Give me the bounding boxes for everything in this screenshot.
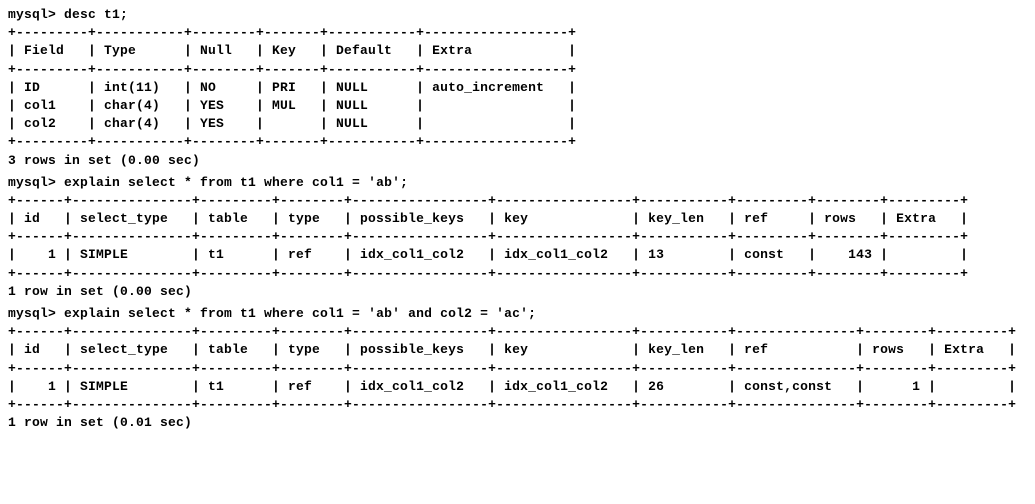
- explain2-footer: 1 row in set (0.01 sec): [8, 414, 1027, 432]
- cmd-explain-1: explain select * from t1 where col1 = 'a…: [8, 174, 1027, 192]
- desc-table-output: +---------+-----------+--------+-------+…: [8, 24, 1027, 151]
- desc-footer: 3 rows in set (0.00 sec): [8, 152, 1027, 170]
- explain1-footer: 1 row in set (0.00 sec): [8, 283, 1027, 301]
- cmd-explain-2: explain select * from t1 where col1 = 'a…: [8, 305, 1027, 323]
- explain1-output: +------+---------------+---------+------…: [8, 192, 1027, 283]
- explain2-output: +------+---------------+---------+------…: [8, 323, 1027, 414]
- cmd-desc-t1: desc t1;: [8, 6, 1027, 24]
